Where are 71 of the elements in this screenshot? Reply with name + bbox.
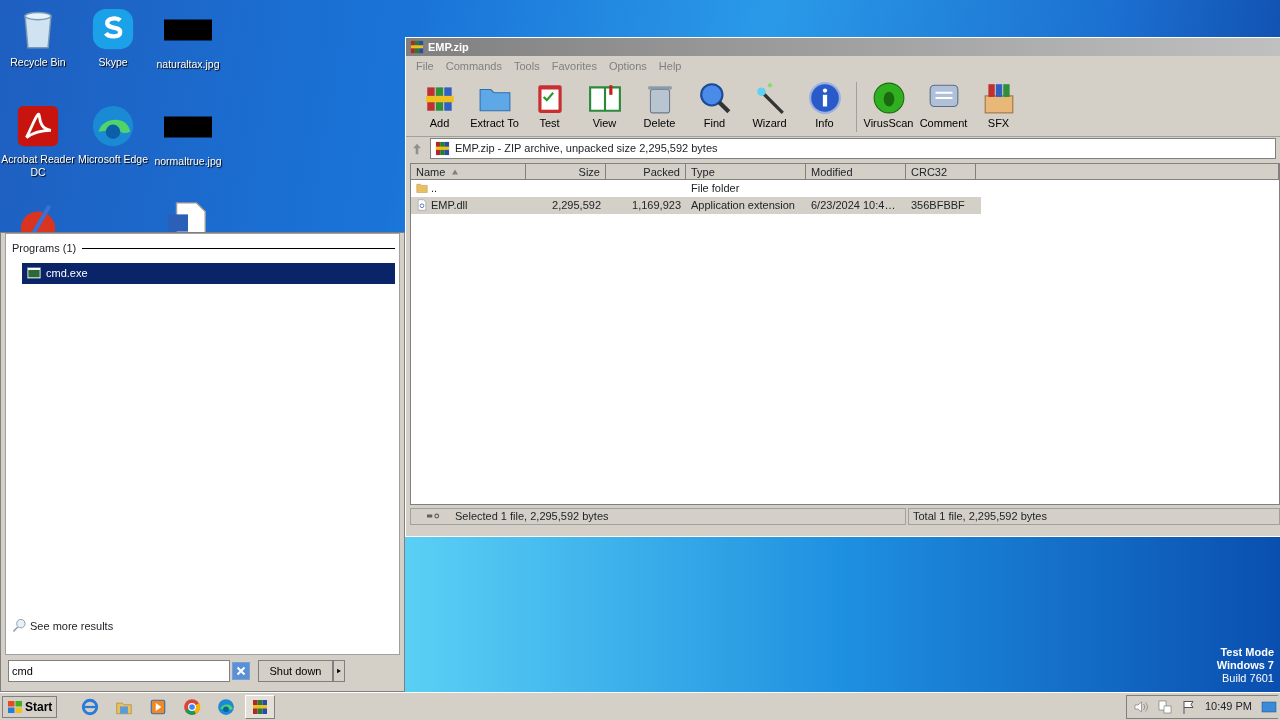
window-title: EMP.zip [428, 39, 469, 55]
skype-icon[interactable] [90, 6, 136, 52]
toolbar-button[interactable]: SFX [971, 81, 1026, 132]
toolbar-button[interactable]: Find [687, 81, 742, 132]
file-cell-text: EMP.dll [431, 197, 468, 213]
column-header[interactable]: Packed [606, 163, 686, 180]
file-row[interactable]: .. File folder [411, 179, 981, 197]
info-icon [807, 81, 842, 115]
section-heading: Programs (1) [12, 241, 77, 256]
network-icon[interactable] [1156, 698, 1173, 715]
column-header[interactable]: Type [686, 163, 806, 180]
toolbar-button[interactable]: View [577, 81, 632, 132]
icon-label[interactable]: Recycle Bin [1, 56, 75, 69]
icon-label[interactable]: Skype [76, 56, 150, 69]
search-field[interactable]: cmd [8, 660, 230, 682]
file-cell-text: .. [431, 180, 438, 196]
file-cell: 356BFBBF [911, 198, 965, 211]
file-cell: File folder [691, 181, 740, 194]
browser-icon [81, 696, 100, 717]
caret-icon [336, 667, 342, 675]
toolbar-button[interactable]: VirusScan [861, 81, 916, 132]
column-header[interactable]: Size [526, 163, 606, 180]
acrobat-icon[interactable] [15, 103, 61, 149]
toolbar-button[interactable]: Delete [632, 81, 687, 132]
desktop-text: Windows 7 [1216, 659, 1274, 672]
file-row[interactable]: EMP.dll 2,295,592 1,169,923 Application extension 6/23/2024 10:4… 356BFBBF [411, 196, 981, 214]
settings-file-icon [416, 199, 428, 211]
edge-icon [217, 696, 236, 717]
file-cell: 1,169,923 [632, 198, 681, 211]
address-field[interactable]: EMP.zip - ZIP archive, unpacked size 2,295,592 bytes [430, 138, 1276, 159]
column-header[interactable]: Name [411, 163, 526, 180]
search-icon [12, 618, 27, 634]
archive-icon [435, 141, 450, 156]
column-header[interactable]: Modified [806, 163, 906, 180]
file-cell: Application extension [691, 198, 795, 211]
show-desktop-icon[interactable] [1260, 698, 1278, 715]
toolbar-button[interactable]: Extract To [467, 81, 522, 132]
desktop-text: Build 7601 [1221, 672, 1274, 685]
windows-logo-icon [7, 698, 23, 715]
speaker-icon[interactable] [1132, 698, 1149, 715]
shutdown-options-button[interactable] [333, 660, 345, 682]
desktop-text: Test Mode [1219, 646, 1274, 659]
status-text: Selected 1 file, 2,295,592 bytes [455, 508, 609, 524]
toolbar-button[interactable]: Test [522, 81, 577, 132]
search-result[interactable]: cmd.exe [22, 262, 395, 284]
bug-icon [871, 81, 906, 115]
console-icon [26, 266, 42, 280]
icon-label[interactable]: Acrobat Reader DC [1, 153, 75, 179]
folder-icon [416, 182, 428, 194]
toolbar-button[interactable]: Info [797, 81, 852, 132]
shutdown-button[interactable]: Shut down [258, 660, 333, 682]
file-cell: 2,295,592 [552, 198, 601, 211]
toolbar-button[interactable]: Add [412, 81, 467, 132]
chrome-icon [183, 696, 202, 717]
address-text: EMP.zip - ZIP archive, unpacked size 2,295,592 bytes [455, 141, 718, 157]
icon-label[interactable]: naturaltax.jpg [151, 58, 225, 71]
flag-icon[interactable] [1180, 698, 1197, 715]
status-text: Total 1 file, 2,295,592 bytes [913, 509, 1047, 522]
icon-label[interactable]: normaltrue.jpg [151, 155, 225, 168]
see-more-link[interactable]: See more results [30, 617, 114, 634]
start-button[interactable]: Start [2, 695, 58, 718]
icon-label[interactable]: Microsoft Edge [76, 153, 150, 166]
search-icon [697, 81, 732, 115]
column-header[interactable]: CRC32 [906, 163, 976, 180]
clear-button[interactable] [232, 662, 250, 680]
edge-icon[interactable] [90, 103, 136, 149]
toolbar-button[interactable]: Comment [916, 81, 971, 132]
taskbar-button[interactable] [245, 694, 276, 719]
file-cell: 6/23/2024 10:4… [811, 198, 896, 211]
toolbar-button[interactable]: Wizard [742, 81, 797, 132]
archive-icon [410, 40, 424, 54]
